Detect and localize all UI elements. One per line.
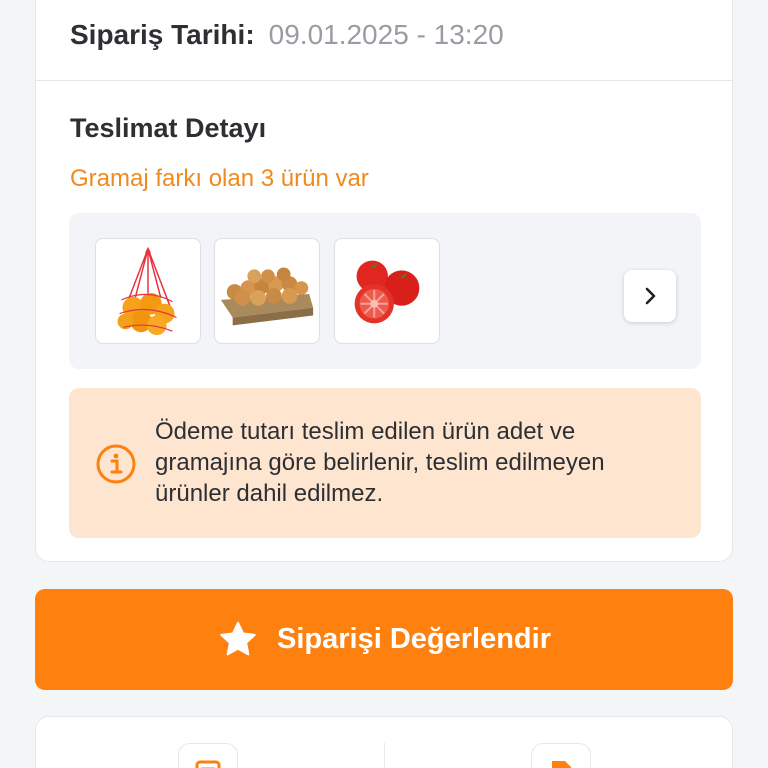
order-detail-page: Sipariş Tarihi: 09.01.2025 - 13:20 Tesli… xyxy=(0,0,768,768)
payment-info-text: Ödeme tutarı teslim edilen ürün adet ve … xyxy=(155,418,605,507)
rate-order-label: Siparişi Değerlendir xyxy=(277,623,551,655)
info-icon xyxy=(95,443,137,485)
product-thumbnail-strip xyxy=(69,213,701,369)
tomato-image xyxy=(354,260,420,324)
orange-net-image xyxy=(117,246,177,336)
onion-crate-image xyxy=(220,267,314,326)
order-date-value: 09.01.2025 - 13:20 xyxy=(268,19,504,50)
payment-info-box: Ödeme tutarı teslim edilen ürün adet ve … xyxy=(69,388,701,538)
product-thumbnail-tomatoes[interactable] xyxy=(334,238,440,344)
chevron-right-icon xyxy=(645,287,656,305)
bottom-actions-card xyxy=(35,716,733,768)
delivery-detail-title: Teslimat Detayı xyxy=(70,113,267,143)
product-thumbnail-oranges[interactable] xyxy=(95,238,201,344)
document-button[interactable] xyxy=(531,743,591,768)
bottom-divider xyxy=(384,743,385,768)
document-icon xyxy=(552,761,571,768)
product-thumbnail-onions[interactable] xyxy=(214,238,320,344)
order-date-label: Sipariş Tarihi: xyxy=(70,19,255,50)
order-detail-card: Sipariş Tarihi: 09.01.2025 - 13:20 Tesli… xyxy=(35,0,733,562)
rate-order-button[interactable]: Siparişi Değerlendir xyxy=(35,589,733,690)
receipt-button[interactable] xyxy=(178,743,238,768)
weight-difference-note[interactable]: Gramaj farkı olan 3 ürün var xyxy=(70,165,369,193)
divider xyxy=(36,80,732,81)
star-icon xyxy=(220,621,256,655)
next-products-button[interactable] xyxy=(624,270,676,322)
order-date-row: Sipariş Tarihi: 09.01.2025 - 13:20 xyxy=(70,19,504,51)
receipt-icon xyxy=(195,760,221,768)
